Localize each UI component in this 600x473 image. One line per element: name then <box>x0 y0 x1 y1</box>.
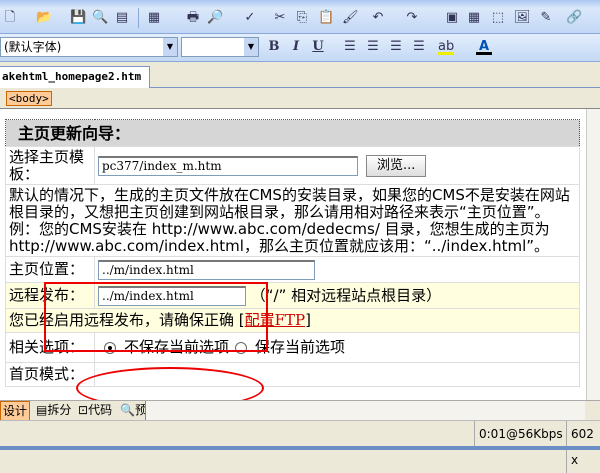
tag-selector: <body> <box>0 88 600 108</box>
highlight-icon[interactable]: ab <box>438 39 454 55</box>
insert-layer-icon[interactable]: ⬚ <box>490 10 506 26</box>
save-icon[interactable]: 💾 <box>70 10 86 26</box>
hyperlink-icon[interactable]: 🔗 <box>566 10 582 26</box>
option-save-label: 保存当前选项 <box>255 338 346 356</box>
new-file-icon[interactable]: 🗋 <box>2 10 18 26</box>
remote-hint: （“/” 相对远程站点根目录） <box>250 286 442 304</box>
font-size-select[interactable]: ▼ <box>181 37 259 57</box>
annotation-box <box>44 282 268 352</box>
tab-split-label: 拆分 <box>47 403 72 417</box>
align-right-icon[interactable]: ☰ <box>388 39 404 55</box>
insert-picture-icon[interactable]: 🖼 <box>514 10 531 26</box>
paste-icon[interactable]: 📋 <box>318 10 334 26</box>
body-tag[interactable]: <body> <box>6 91 52 106</box>
tab-code-label: 代码 <box>88 403 113 417</box>
insert-table-icon[interactable]: ▦ <box>466 10 482 26</box>
template-label: 选择主页模板： <box>5 146 95 185</box>
chevron-down-icon: ▼ <box>163 38 177 56</box>
italic-button[interactable]: I <box>288 39 304 55</box>
formatting-toolbar: (默认字体) ▼ ▼ B I U ☰ ☰ ☰ ☰ ab A <box>0 34 600 62</box>
tab-split[interactable]: ▤拆分 <box>34 401 73 421</box>
copy-doc-icon[interactable]: ▤ <box>114 10 130 26</box>
copy-icon[interactable]: ⎘ <box>294 10 310 26</box>
design-view[interactable]: 主页更新向导： 选择主页模板： pc377/index_m.htm 浏览... 默… <box>0 108 600 400</box>
table-view-icon[interactable]: ▦ <box>146 10 162 26</box>
document-tabs: akehtml_homepage2.htm <box>0 62 600 89</box>
bold-button[interactable]: B <box>266 39 282 55</box>
chevron-down-icon: ▼ <box>244 38 258 56</box>
find-icon[interactable]: 🔍 <box>92 10 108 26</box>
align-center-icon[interactable]: ☰ <box>365 39 381 55</box>
justify-icon[interactable]: ☰ <box>411 39 427 55</box>
location-input[interactable]: ../m/index.html <box>98 259 315 280</box>
cut-icon[interactable]: ✂ <box>272 10 288 26</box>
ftp-bracket: ] <box>305 311 311 329</box>
tab-code[interactable]: ⊡代码 <box>76 401 114 421</box>
wizard-title: 主页更新向导： <box>5 119 580 147</box>
font-select[interactable]: (默认字体) ▼ <box>0 37 178 57</box>
vertical-scrollbar[interactable] <box>586 109 600 400</box>
description-text: 默认的情况下，生成的主页文件放在CMS的安装目录，如果您的CMS不是安装在网站根… <box>9 186 570 221</box>
underline-button[interactable]: U <box>310 39 326 55</box>
insert-web-component-icon[interactable]: ▣ <box>444 10 460 26</box>
align-left-icon[interactable]: ☰ <box>342 39 358 55</box>
taskbar <box>0 446 600 450</box>
font-color-icon[interactable]: A <box>476 39 492 55</box>
tab-design[interactable]: 设计 <box>0 401 31 421</box>
drawing-icon[interactable]: ✎ <box>538 10 554 26</box>
status-bar: 0:01@56Kbps 602 x <box>0 420 600 473</box>
font-name: (默认字体) <box>4 40 62 54</box>
example-text: 例：您的CMS安装在 http://www.abc.com/dedecms/ 目… <box>9 220 550 255</box>
view-tabs: 设计 ▤拆分 ⊡代码 🔍预览 <box>0 400 600 421</box>
location-label: 主页位置： <box>5 256 95 283</box>
print-icon[interactable]: 🖶 <box>185 10 201 26</box>
print-preview-icon[interactable]: 🔎 <box>207 10 223 26</box>
browse-button[interactable]: 浏览... <box>366 154 427 177</box>
horizontal-scrollbar[interactable] <box>145 401 585 420</box>
format-painter-icon[interactable]: 🖌 <box>342 10 359 26</box>
spell-check-icon[interactable]: ✓ <box>242 10 258 26</box>
open-folder-icon[interactable]: 📂 <box>36 10 52 26</box>
standard-toolbar: 🗋 📂 💾 🔍 ▤ ▦ 🖶 🔎 ✓ ✂ ⎘ 📋 🖌 ↶ ↷ ▣ ▦ ⬚ 🖼 ✎ … <box>0 0 600 34</box>
redo-icon[interactable]: ↷ <box>404 10 420 26</box>
template-input[interactable]: pc377/index_m.htm <box>98 155 358 176</box>
tab-document[interactable]: akehtml_homepage2.htm <box>0 66 150 89</box>
undo-icon[interactable]: ↶ <box>370 10 386 26</box>
download-time: 0:01@56Kbps <box>474 421 563 447</box>
